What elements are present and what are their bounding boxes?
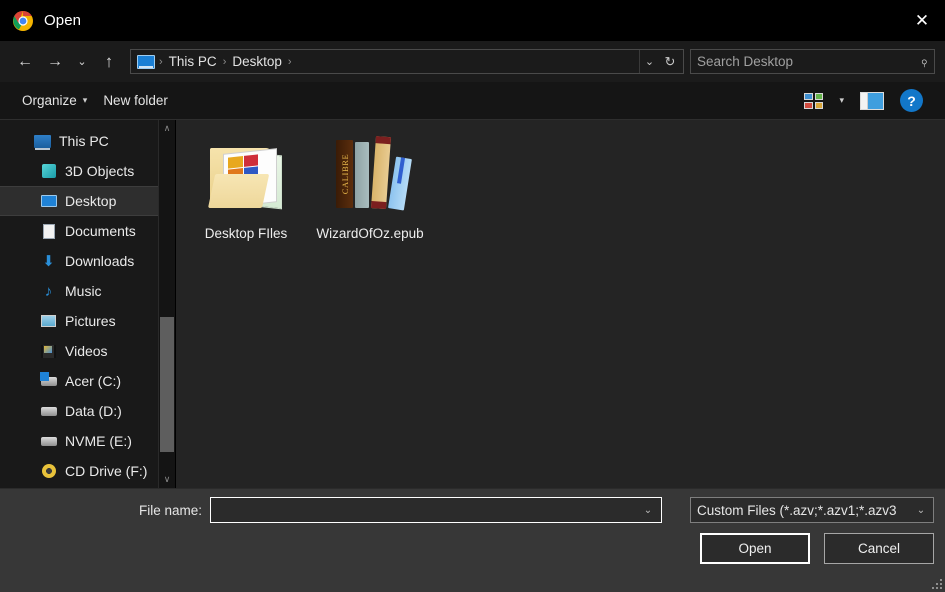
navigation-pane: This PC 3D Objects Desktop Documents ⬇ D…	[0, 120, 175, 488]
this-pc-icon	[34, 133, 51, 150]
cd-drive-icon	[40, 463, 57, 480]
search-input[interactable]	[697, 54, 921, 69]
documents-icon	[40, 223, 57, 240]
breadcrumb-separator: ›	[222, 55, 227, 68]
dialog-footer: File name: ⌄ Custom Files (*.azv;*.azv1;…	[0, 488, 945, 592]
sidebar-item-acer-c[interactable]: Acer (C:)	[0, 366, 175, 396]
sidebar-item-label: Videos	[65, 343, 108, 359]
dialog-buttons: Open Cancel	[700, 533, 934, 564]
chrome-icon	[12, 10, 34, 32]
file-grid: Desktop FIles WizardOfOz.epub	[184, 132, 937, 248]
sidebar-item-label: NVME (E:)	[65, 433, 132, 449]
sidebar-item-label: CD Drive (F:)	[65, 463, 148, 479]
sidebar-item-label: This PC	[59, 133, 109, 149]
organize-button[interactable]: Organize ▾	[14, 89, 95, 112]
close-icon[interactable]: ✕	[899, 0, 945, 41]
hard-drive-icon	[40, 373, 57, 390]
toolbar: Organize ▾ New folder ▾ ?	[0, 82, 945, 120]
file-type-dropdown[interactable]: Custom Files (*.azv;*.azv1;*.azv3 ⌄	[690, 497, 934, 523]
scroll-up-icon[interactable]: ∧	[159, 120, 175, 137]
view-options-button[interactable]	[796, 89, 831, 113]
sidebar-item-desktop[interactable]: Desktop	[0, 186, 175, 216]
dialog-body: This PC 3D Objects Desktop Documents ⬇ D…	[0, 120, 945, 488]
preview-pane-icon	[860, 91, 884, 110]
hard-drive-icon	[40, 403, 57, 420]
sidebar-item-this-pc[interactable]: This PC	[0, 126, 175, 156]
list-item-label: WizardOfOz.epub	[316, 226, 424, 241]
hard-drive-icon	[40, 433, 57, 450]
navigation-bar: ← → ⌄ ↑ › This PC › Desktop › ⌄ ↻ ⌕	[0, 41, 945, 82]
sidebar-item-label: Downloads	[65, 253, 135, 269]
help-button[interactable]: ?	[892, 85, 931, 116]
sidebar-item-documents[interactable]: Documents	[0, 216, 175, 246]
scrollbar-thumb[interactable]	[160, 317, 174, 452]
sidebar-item-3d-objects[interactable]: 3D Objects	[0, 156, 175, 186]
sidebar-item-label: Music	[65, 283, 102, 299]
sidebar-item-label: Acer (C:)	[65, 373, 121, 389]
up-button[interactable]: ↑	[94, 47, 124, 77]
sidebar-item-label: Data (D:)	[65, 403, 122, 419]
desktop-icon	[40, 193, 57, 210]
file-name-label: File name:	[138, 502, 202, 518]
sidebar-item-data-d[interactable]: Data (D:)	[0, 396, 175, 426]
file-type-value: Custom Files (*.azv;*.azv1;*.azv3	[697, 502, 897, 518]
search-box[interactable]: ⌕	[690, 49, 935, 74]
sidebar-item-label: 3D Objects	[65, 163, 135, 179]
cancel-button[interactable]: Cancel	[824, 533, 934, 564]
open-file-dialog: Open ✕ ← → ⌄ ↑ › This PC › Desktop › ⌄ ↻…	[0, 0, 945, 592]
resize-grip-icon[interactable]	[930, 577, 942, 589]
pictures-icon	[40, 313, 57, 330]
new-folder-button[interactable]: New folder	[95, 89, 176, 112]
chevron-down-icon[interactable]: ⌄	[639, 505, 657, 516]
window-title: Open	[44, 12, 82, 29]
chevron-down-icon: ▾	[82, 95, 88, 105]
file-name-input[interactable]	[217, 502, 639, 518]
list-item[interactable]: WizardOfOz.epub	[314, 132, 426, 248]
sidebar-scrollbar[interactable]: ∧ ∨	[158, 120, 175, 488]
refresh-icon[interactable]: ↻	[659, 50, 681, 73]
open-button[interactable]: Open	[700, 533, 810, 564]
sidebar-item-music[interactable]: ♪ Music	[0, 276, 175, 306]
view-options-icon	[804, 92, 824, 109]
sidebar-item-label: Documents	[65, 223, 136, 239]
sidebar-item-nvme-e[interactable]: NVME (E:)	[0, 426, 175, 456]
file-list-pane[interactable]: Desktop FIles WizardOfOz.epub	[175, 120, 945, 488]
breadcrumb-separator: ›	[159, 55, 163, 68]
file-name-combobox[interactable]: ⌄	[210, 497, 662, 523]
videos-icon	[40, 343, 57, 360]
sidebar-item-pictures[interactable]: Pictures	[0, 306, 175, 336]
calibre-ebook-icon	[330, 136, 412, 216]
chevron-down-icon: ▾	[839, 95, 844, 105]
this-pc-monitor-icon	[137, 54, 155, 69]
view-options-dropdown[interactable]: ▾	[831, 91, 852, 110]
breadcrumb-separator-trailing[interactable]: ›	[286, 56, 294, 68]
sidebar-item-videos[interactable]: Videos	[0, 336, 175, 366]
title-bar: Open ✕	[0, 0, 945, 41]
preview-pane-button[interactable]	[852, 88, 892, 114]
sidebar-item-cd-drive-f[interactable]: CD Drive (F:)	[0, 456, 175, 486]
3d-objects-icon	[40, 163, 57, 180]
folder-icon	[206, 136, 286, 216]
list-item-label: Desktop FIles	[204, 226, 288, 241]
downloads-icon: ⬇	[42, 253, 55, 270]
recent-locations-button[interactable]: ⌄	[70, 47, 94, 77]
breadcrumb-item-this-pc[interactable]: This PC	[165, 54, 221, 69]
address-bar[interactable]: › This PC › Desktop › ⌄ ↻	[130, 49, 684, 74]
organize-label: Organize	[22, 93, 77, 108]
sidebar-item-downloads[interactable]: ⬇ Downloads	[0, 246, 175, 276]
forward-button[interactable]: →	[40, 47, 70, 77]
music-icon: ♪	[44, 282, 53, 300]
sidebar-item-label: Desktop	[65, 193, 117, 209]
list-item[interactable]: Desktop FIles	[190, 132, 302, 248]
help-icon: ?	[900, 89, 923, 112]
back-button[interactable]: ←	[10, 47, 40, 77]
new-folder-label: New folder	[103, 93, 168, 108]
chevron-down-icon: ⌄	[916, 504, 926, 516]
scroll-down-icon[interactable]: ∨	[159, 471, 175, 488]
scrollbar-track[interactable]	[159, 137, 175, 471]
breadcrumb-item-desktop[interactable]: Desktop	[228, 54, 286, 69]
chevron-down-icon[interactable]: ⌄	[639, 50, 659, 73]
sidebar-item-label: Pictures	[65, 313, 116, 329]
